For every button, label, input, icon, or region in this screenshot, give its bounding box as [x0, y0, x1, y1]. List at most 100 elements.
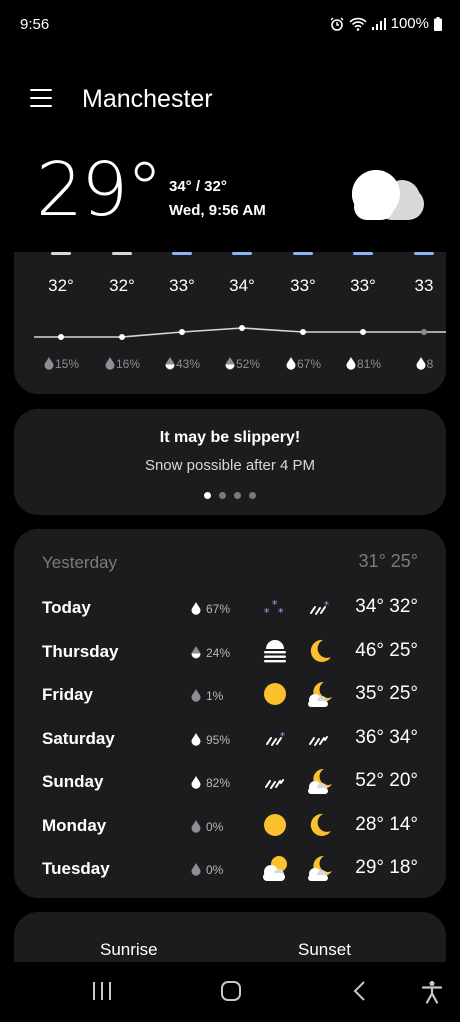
hour-temp: 33°: [290, 276, 316, 295]
snow-icon: * * *: [260, 592, 290, 622]
cloud-icon: [352, 170, 424, 220]
day-temps: 29° 18°: [355, 857, 418, 878]
day-row[interactable]: Thursday 24% 46° 25°: [14, 635, 446, 678]
sun-cloud-icon: [260, 853, 290, 883]
day-row[interactable]: Tuesday 0% 29° 18°: [14, 852, 446, 895]
weather-alert-card[interactable]: It may be slippery! Snow possible after …: [14, 409, 446, 515]
day-name: Today: [42, 598, 91, 617]
hour-temp: 33: [414, 276, 434, 295]
hour-precip: 15%: [31, 356, 91, 373]
day-name: Sunday: [42, 772, 104, 791]
accessibility-icon[interactable]: [420, 980, 444, 1004]
temp-point: [58, 334, 64, 340]
day-row[interactable]: Monday 0% 28° 14°: [14, 809, 446, 852]
alert-title: It may be slippery!: [159, 429, 301, 446]
page-dot: [234, 492, 241, 499]
page-dot: [219, 492, 226, 499]
hour-precip: 16%: [92, 356, 152, 373]
hour-temp: 32°: [109, 276, 135, 295]
day-precip: 82%: [206, 776, 231, 790]
hourly-forecast[interactable]: 32° 15% 32° 16% 33° 43% 34° 52% 33° 67% 33° 81% 33 8: [14, 252, 446, 394]
hour-temp: 34°: [229, 276, 255, 295]
day-temps: 34° 32°: [355, 596, 418, 617]
precip-drop-icon: [190, 732, 202, 751]
yesterday-label: Yesterday: [42, 553, 117, 572]
day-name: Thursday: [42, 641, 119, 661]
sleet-icon: *: [304, 592, 334, 622]
temp-point: [421, 329, 427, 335]
day-temps: 46° 25°: [355, 639, 418, 661]
precip-drop-icon: [224, 357, 236, 373]
precip-drop-icon: [104, 357, 116, 373]
temp-point: [119, 334, 125, 340]
hour-temp: 33°: [169, 276, 195, 295]
status-time: 9:56: [20, 16, 50, 33]
hour-precip: 43%: [152, 356, 212, 373]
moon-icon: [304, 636, 334, 666]
battery-percent: 100%: [390, 15, 429, 32]
moon-cloud-icon: [304, 853, 334, 883]
page-indicator: [14, 492, 446, 499]
day-name: Friday: [42, 685, 94, 704]
precip-drop-icon: [190, 862, 202, 881]
svg-text:*: *: [264, 606, 270, 619]
day-row[interactable]: Today 67% * * * * 34° 32°: [14, 591, 446, 634]
precip-drop-icon: [415, 357, 427, 373]
temp-point: [239, 325, 245, 331]
recent-apps-button[interactable]: [90, 980, 114, 1002]
page-dot: [204, 492, 211, 499]
svg-text:*: *: [280, 731, 285, 742]
hour-icon-partial: [353, 252, 373, 255]
hour-precip: 8: [394, 356, 446, 373]
current-conditions: 29° 34° / 32° Wed, 9:56 AM: [0, 150, 460, 240]
hour-precip: 67%: [273, 356, 333, 373]
yesterday-temps: 31° 25°: [358, 551, 418, 571]
sunset-label: Sunset: [298, 940, 351, 959]
day-row[interactable]: Sunday 82% 52° 20°: [14, 765, 446, 808]
day-precip: 67%: [206, 602, 231, 616]
menu-icon[interactable]: [30, 89, 52, 109]
status-bar: 9:56 100%: [0, 0, 460, 50]
fog-icon: [260, 636, 290, 666]
page-dot: [249, 492, 256, 499]
day-temps: 35° 25°: [355, 683, 418, 704]
hour-precip-value: 16%: [115, 357, 141, 371]
back-button[interactable]: [350, 980, 370, 1002]
moon-icon: [304, 810, 334, 840]
moon-cloud-icon: [304, 766, 334, 796]
day-row[interactable]: Saturday 95% * 36° 34°: [14, 722, 446, 765]
sunrise-label: Sunrise: [100, 940, 158, 959]
svg-text:*: *: [324, 600, 329, 611]
temp-point: [360, 329, 366, 335]
hour-temp: 32°: [48, 276, 74, 295]
home-button[interactable]: [219, 980, 243, 1002]
precip-drop-icon: [345, 357, 357, 373]
hour-temp: 33°: [350, 276, 376, 295]
precip-drop-icon: [190, 645, 202, 664]
daily-forecast: Yesterday 31° 25° Today 67% * * * * 34° 32…: [14, 529, 446, 898]
hour-precip-value: 67%: [296, 357, 322, 371]
day-precip: 0%: [206, 863, 224, 877]
hour-icon-partial: [293, 252, 313, 255]
precip-drop-icon: [164, 357, 176, 373]
hour-precip-value: 81%: [356, 357, 382, 371]
hour-icon-partial: [172, 252, 192, 255]
current-temperature: 29°: [36, 147, 163, 233]
hour-precip: 52%: [212, 356, 272, 373]
temp-point: [300, 329, 306, 335]
day-row[interactable]: Friday 1% 35° 25°: [14, 678, 446, 721]
high-low: 34° / 32°: [169, 178, 227, 195]
hour-precip-value: 8: [426, 357, 434, 371]
hour-precip-value: 43%: [175, 357, 201, 371]
precip-drop-icon: [285, 357, 297, 373]
hour-precip: 81%: [333, 356, 393, 373]
sleet-icon: *: [260, 723, 290, 753]
day-temps: 52° 20°: [355, 770, 418, 791]
precip-drop-icon: [190, 601, 202, 620]
day-precip: 1%: [206, 689, 224, 703]
precip-drop-icon: [190, 688, 202, 707]
rain-icon: [260, 766, 290, 796]
day-precip: 95%: [206, 732, 231, 747]
hour-precip-value: 15%: [54, 357, 80, 371]
wifi-icon: [349, 17, 367, 31]
